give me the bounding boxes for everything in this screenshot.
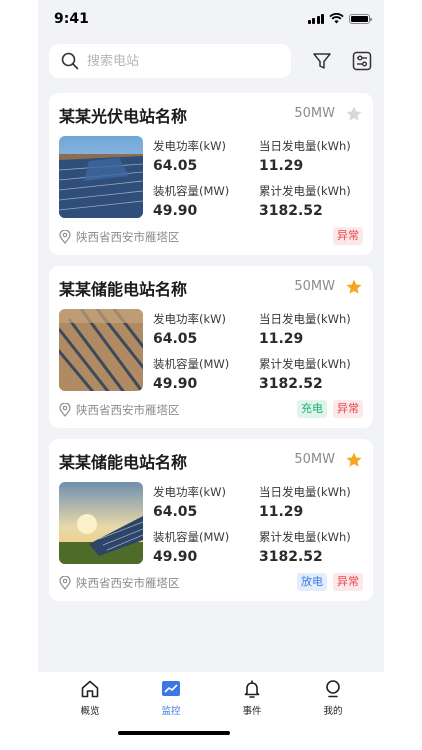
home-indicator	[118, 731, 230, 735]
location-pin-icon	[59, 403, 71, 417]
filter-button[interactable]	[311, 50, 333, 72]
metric-total-generation: 累计发电量(kWh) 3182.52	[259, 184, 351, 219]
bottom-tab-bar: 概览 监控 事件 我的	[38, 672, 384, 750]
cellular-signal-icon	[307, 13, 324, 24]
status-bar: 9:41	[38, 0, 384, 40]
tab-profile[interactable]: 我的	[303, 678, 363, 717]
tab-monitor[interactable]: 监控	[141, 678, 201, 717]
settings-button[interactable]	[351, 50, 373, 72]
search-row	[49, 44, 375, 78]
station-capacity: 50MW	[294, 279, 335, 294]
status-tags: 充电 异常	[297, 400, 363, 418]
location-text: 陕西省西安市雁塔区	[76, 230, 180, 244]
location-pin-icon	[59, 576, 71, 590]
wifi-icon	[329, 13, 344, 24]
status-badge-discharging: 放电	[297, 573, 327, 591]
status-tags: 放电 异常	[297, 573, 363, 591]
station-photo	[59, 136, 143, 218]
station-location: 陕西省西安市雁塔区	[59, 575, 180, 591]
metric-power: 发电功率(kW) 64.05	[153, 485, 227, 520]
status-badge-abnormal: 异常	[333, 400, 363, 418]
battery-icon	[349, 13, 372, 24]
status-tags: 异常	[333, 227, 363, 245]
metric-power: 发电功率(kW) 64.05	[153, 312, 227, 347]
station-capacity: 50MW	[294, 106, 335, 121]
sliders-icon	[352, 51, 372, 71]
home-icon	[81, 680, 99, 698]
search-icon	[61, 52, 79, 70]
status-badge-abnormal: 异常	[333, 573, 363, 591]
user-icon	[326, 680, 340, 698]
station-card[interactable]: 某某光伏电站名称 50MW 发电功率(kW) 64.05 当日发电量(kWh) …	[49, 93, 373, 255]
station-photo	[59, 309, 143, 391]
bell-icon	[244, 680, 260, 698]
station-capacity: 50MW	[294, 452, 335, 467]
search-input[interactable]	[87, 53, 277, 69]
location-pin-icon	[59, 230, 71, 244]
station-photo	[59, 482, 143, 564]
metric-total-generation: 累计发电量(kWh) 3182.52	[259, 357, 351, 392]
metric-daily-generation: 当日发电量(kWh) 11.29	[259, 485, 351, 520]
station-card[interactable]: 某某储能电站名称 50MW 发电功率(kW) 64.05 当日发电量(kWh) …	[49, 266, 373, 428]
status-badge-abnormal: 异常	[333, 227, 363, 245]
search-bar[interactable]	[49, 44, 291, 78]
metric-daily-generation: 当日发电量(kWh) 11.29	[259, 139, 351, 174]
tab-overview[interactable]: 概览	[60, 678, 120, 717]
status-icons	[307, 13, 372, 24]
station-location: 陕西省西安市雁塔区	[59, 229, 180, 245]
metric-installed-capacity: 装机容量(MW) 49.90	[153, 184, 230, 219]
location-text: 陕西省西安市雁塔区	[76, 576, 180, 590]
metric-total-generation: 累计发电量(kWh) 3182.52	[259, 530, 351, 565]
station-location: 陕西省西安市雁塔区	[59, 402, 180, 418]
metric-daily-generation: 当日发电量(kWh) 11.29	[259, 312, 351, 347]
location-text: 陕西省西安市雁塔区	[76, 403, 180, 417]
status-time: 9:41	[54, 11, 89, 27]
station-name: 某某光伏电站名称	[59, 107, 188, 126]
star-outline-icon[interactable]	[345, 105, 363, 123]
status-badge-charging: 充电	[297, 400, 327, 418]
station-name: 某某储能电站名称	[59, 280, 188, 299]
metric-power: 发电功率(kW) 64.05	[153, 139, 227, 174]
station-name: 某某储能电站名称	[59, 453, 188, 472]
filter-icon	[313, 53, 331, 69]
tab-events[interactable]: 事件	[222, 678, 282, 717]
app-screen: 9:41 搜索电站 某某光伏电站名称 50MW 发电功率(kW) 64.05 当…	[38, 0, 384, 750]
star-filled-icon[interactable]	[345, 451, 363, 469]
metric-installed-capacity: 装机容量(MW) 49.90	[153, 357, 230, 392]
metric-installed-capacity: 装机容量(MW) 49.90	[153, 530, 230, 565]
star-filled-icon[interactable]	[345, 278, 363, 296]
monitor-chart-icon	[162, 681, 180, 696]
station-card[interactable]: 某某储能电站名称 50MW 发电功率(kW) 64.05 当日发电量(kWh) …	[49, 439, 373, 601]
